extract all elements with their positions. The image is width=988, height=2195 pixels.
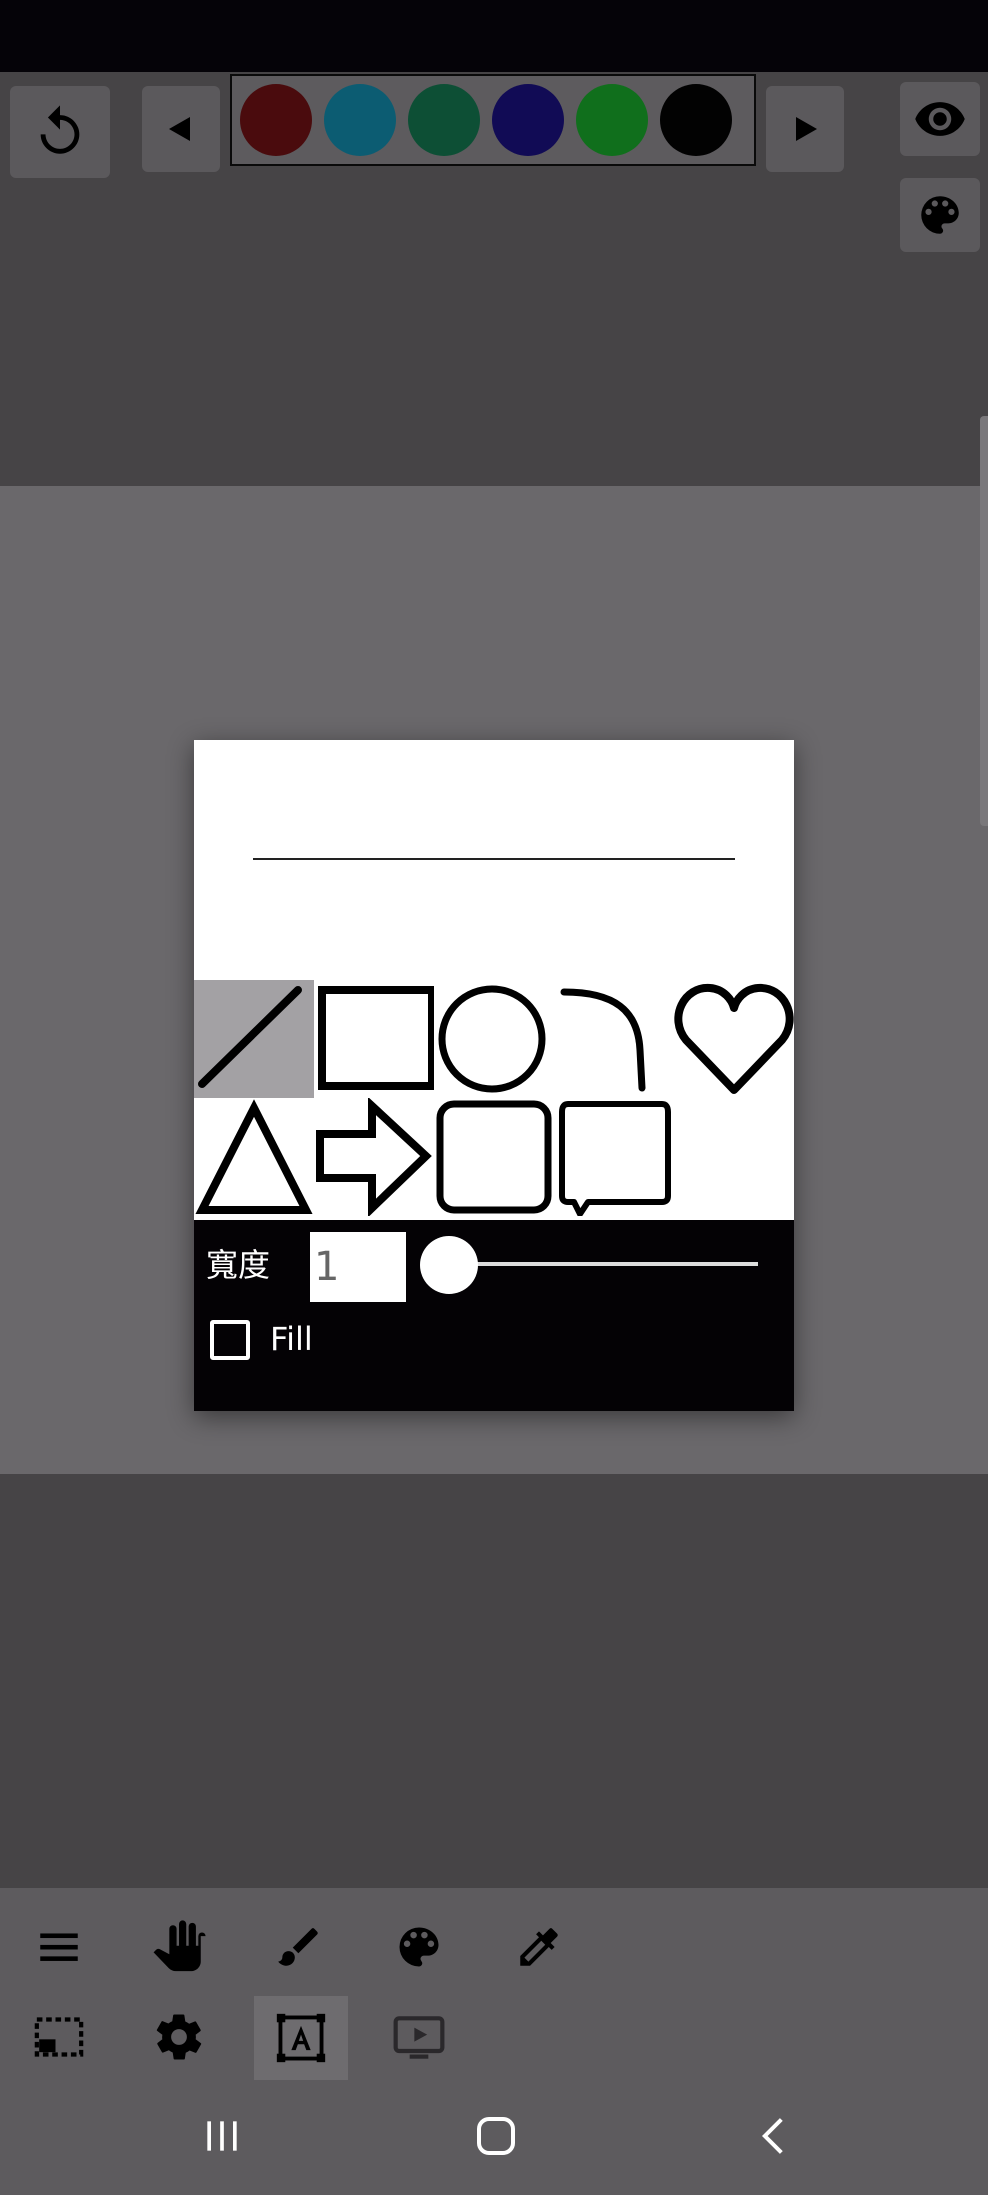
shape-rectangle[interactable] <box>314 980 436 1098</box>
back-icon <box>761 2118 783 2154</box>
prev-colors-button[interactable] <box>142 86 220 172</box>
recent-apps-icon <box>207 2121 237 2151</box>
arrow-shape-icon <box>316 1096 432 1218</box>
shape-rounded-square[interactable] <box>434 1098 554 1216</box>
status-bar <box>0 0 988 72</box>
visibility-button[interactable] <box>900 82 980 156</box>
color-swatch-1[interactable] <box>240 84 312 156</box>
fill-checkbox[interactable] <box>210 1320 250 1360</box>
rounded-square-shape-icon <box>436 1100 552 1214</box>
shape-preview-line <box>253 858 735 860</box>
fill-label: Fill <box>270 1320 313 1358</box>
text-box-button[interactable] <box>254 1996 348 2080</box>
settings-icon <box>156 2014 202 2060</box>
system-nav-bar <box>0 2080 988 2195</box>
eyedropper-button[interactable] <box>494 1906 584 1988</box>
scroll-handle[interactable] <box>980 416 988 826</box>
brush-icon <box>278 1928 318 1966</box>
palette-icon <box>399 1927 439 1967</box>
hand-icon <box>153 1920 206 1972</box>
curve-shape-icon <box>560 988 646 1092</box>
color-swatch-6[interactable] <box>660 84 732 156</box>
color-swatch-2[interactable] <box>324 84 396 156</box>
shape-dialog: 寬度 1 Fill <box>194 740 794 1411</box>
text-box-icon <box>276 2013 326 2063</box>
color-swatch-3[interactable] <box>408 84 480 156</box>
heart-shape-icon <box>674 983 794 1094</box>
shape-curve[interactable] <box>554 980 674 1098</box>
width-label: 寬度 <box>206 1246 271 1284</box>
menu-icon <box>40 1933 78 1961</box>
bottom-toolbar <box>0 1888 988 2080</box>
selection-button[interactable] <box>14 1996 104 2078</box>
hand-tool-button[interactable] <box>134 1906 224 1988</box>
color-button[interactable] <box>374 1906 464 1988</box>
menu-button[interactable] <box>14 1906 104 1988</box>
home-icon <box>477 2117 515 2155</box>
color-swatch-4[interactable] <box>492 84 564 156</box>
shape-triangle[interactable] <box>194 1098 314 1216</box>
rectangle-shape-icon <box>318 986 436 1090</box>
eye-icon <box>915 102 965 136</box>
brush-button[interactable] <box>254 1906 344 1988</box>
selection-icon <box>34 2017 84 2057</box>
undo-icon <box>40 105 80 154</box>
eyedropper-icon <box>520 1928 558 1966</box>
width-input[interactable]: 1 <box>310 1232 406 1302</box>
palette-icon <box>921 196 959 234</box>
next-colors-button[interactable] <box>766 86 844 172</box>
triangle-shape-icon <box>195 1099 313 1214</box>
shape-speech-bubble[interactable] <box>554 1098 674 1217</box>
shape-line[interactable] <box>194 980 314 1098</box>
recent-apps-button[interactable] <box>196 2110 248 2162</box>
line-shape-icon <box>198 986 302 1088</box>
shape-heart[interactable] <box>674 980 794 1098</box>
back-button[interactable] <box>748 2110 800 2162</box>
width-slider-thumb[interactable] <box>420 1236 478 1294</box>
settings-button[interactable] <box>134 1996 224 2078</box>
preview-icon <box>393 2016 445 2059</box>
circle-shape-icon <box>438 985 546 1093</box>
speech-bubble-shape-icon <box>559 1101 671 1217</box>
color-swatch-5[interactable] <box>576 84 648 156</box>
palette-button[interactable] <box>900 178 980 252</box>
next-arrow-icon <box>796 117 817 141</box>
preview-button[interactable] <box>374 1996 464 2078</box>
color-palette-strip <box>230 74 756 166</box>
shape-circle[interactable] <box>434 980 554 1098</box>
shape-arrow[interactable] <box>314 1096 434 1218</box>
dialog-controls: 寬度 1 Fill <box>194 1220 794 1411</box>
prev-arrow-icon <box>169 117 190 141</box>
width-slider-track[interactable] <box>448 1262 758 1266</box>
undo-button[interactable] <box>10 86 110 178</box>
home-button[interactable] <box>470 2110 522 2162</box>
